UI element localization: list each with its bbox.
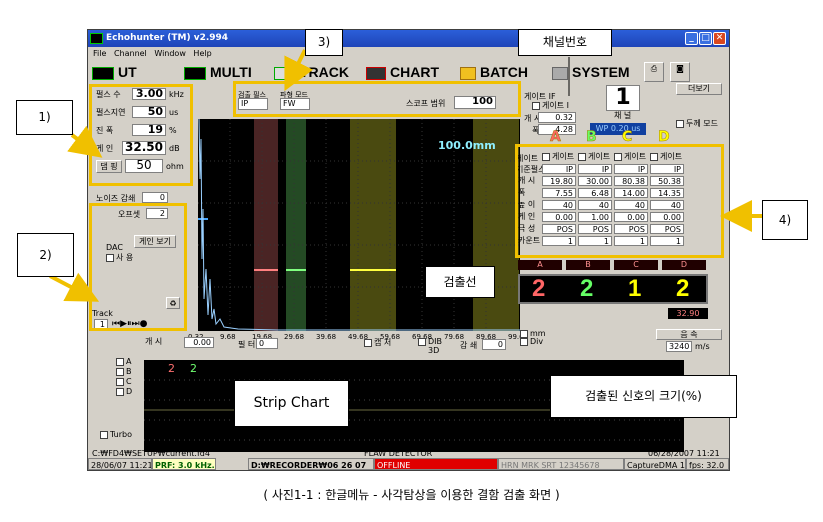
annotation-channel-number: 채널번호 — [518, 29, 612, 56]
annotation-arrows — [49, 49, 762, 302]
annotation-3: 3) — [305, 29, 343, 56]
figure-caption: ( 사진1-1 : 한글메뉴 - 사각탐상을 이용한 결함 검출 화면 ) — [263, 488, 560, 502]
annotation-2: 2) — [17, 233, 74, 277]
annotation-signal-size: 검출된 신호의 크기(%) — [550, 375, 737, 418]
annotation-4: 4) — [762, 200, 808, 240]
annotation-detection-line: 검출선 — [425, 266, 495, 298]
annotation-1: 1) — [16, 100, 73, 135]
annotation-strip-chart: Strip Chart — [234, 380, 349, 427]
